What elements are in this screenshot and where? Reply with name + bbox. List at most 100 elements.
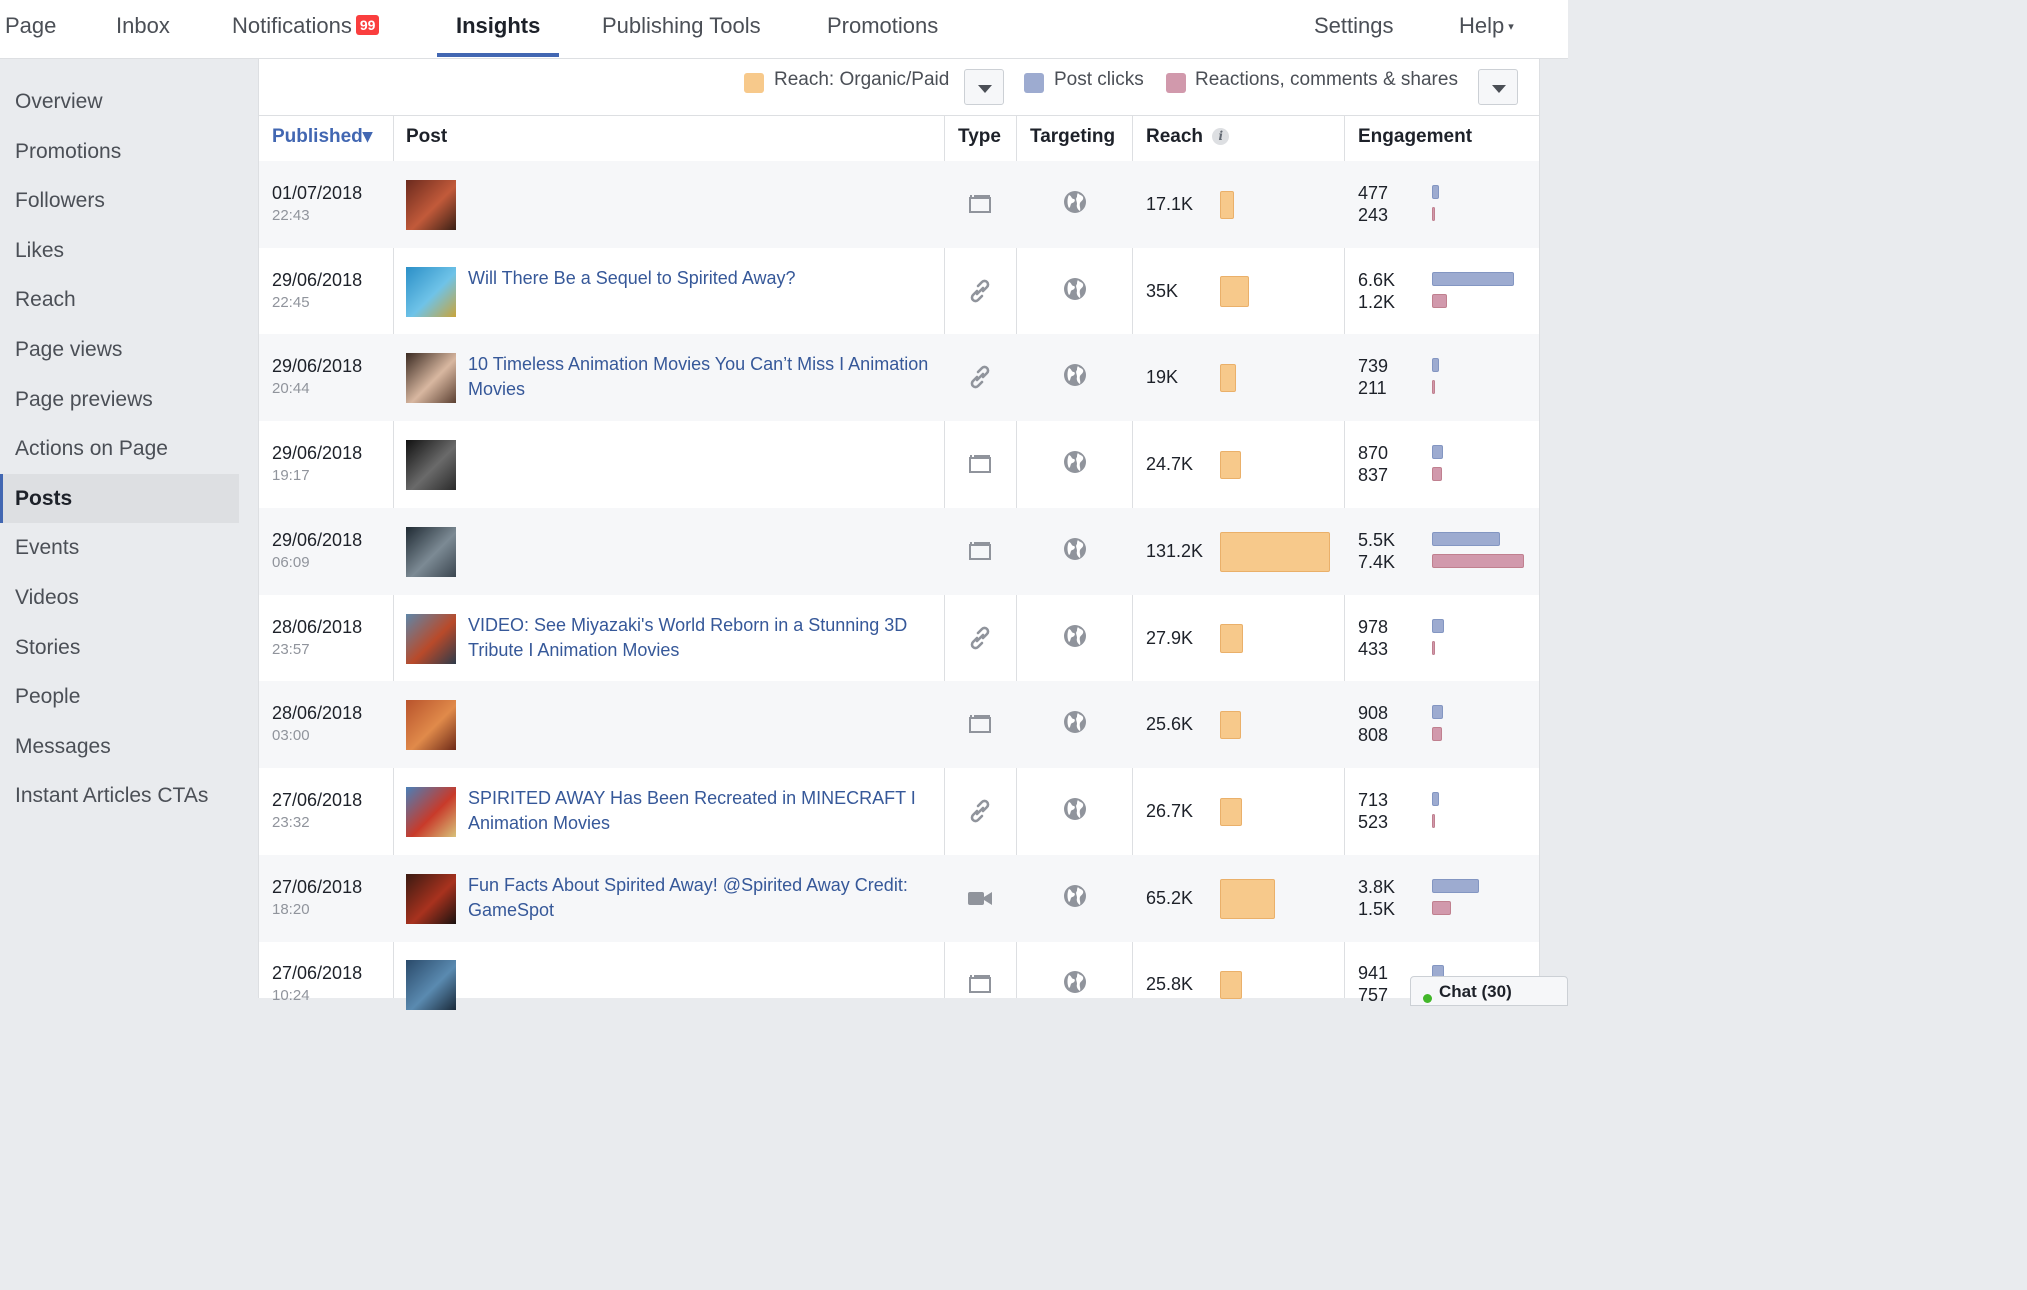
- reactions-bar: [1432, 813, 1435, 828]
- reach-header-label: Reach: [1146, 126, 1204, 147]
- photo-icon: [967, 191, 993, 217]
- table-row[interactable]: 28/06/2018 23:57 VIDEO: See Miyazaki's Wor…: [259, 595, 1539, 682]
- sidebar-item-videos[interactable]: Videos: [0, 573, 239, 622]
- reactions-bar: [1432, 727, 1443, 742]
- reach-value: 25.8K: [1146, 974, 1194, 995]
- post-thumbnail[interactable]: [406, 180, 456, 230]
- post-date: 01/07/2018: [272, 183, 363, 203]
- reach-bar: [1220, 364, 1236, 393]
- notification-count-badge: 99: [355, 15, 380, 35]
- table-row[interactable]: 27/06/2018 23:32 SPIRITED AWAY Has Been Re…: [259, 768, 1539, 855]
- post-thumbnail[interactable]: [406, 440, 456, 491]
- post-thumbnail[interactable]: [406, 353, 456, 404]
- globe-icon: [1063, 363, 1087, 387]
- globe-icon: [1063, 450, 1087, 474]
- post-title-link[interactable]: 10 Timeless Animation Movies You Can’t M…: [468, 352, 933, 402]
- reach-value: 24.7K: [1146, 454, 1194, 475]
- engagement-metric-dropdown[interactable]: [1478, 69, 1518, 105]
- sidebar-item-posts[interactable]: Posts: [0, 473, 239, 523]
- reach-column-header: Reach i: [1146, 115, 1230, 161]
- chat-bar[interactable]: Chat (30): [1410, 976, 1568, 1006]
- sidebar-item-people[interactable]: People: [0, 672, 239, 721]
- post-date: 28/06/2018: [272, 616, 363, 637]
- post-thumbnail[interactable]: [406, 700, 456, 751]
- post-thumbnail[interactable]: [406, 266, 456, 317]
- table-row[interactable]: 29/06/2018 22:45 Will There Be a Sequel to…: [259, 248, 1539, 335]
- reach-legend-label: Reach: Organic/Paid: [774, 69, 950, 90]
- post-clicks-value: 5.5K: [1358, 529, 1396, 550]
- sidebar-item-actions-on-page[interactable]: Actions on Page: [0, 424, 239, 473]
- post-time: 10:24: [272, 987, 310, 1005]
- published-column-header[interactable]: Published▾: [272, 115, 372, 161]
- info-icon[interactable]: i: [1212, 128, 1230, 145]
- sidebar-item-page-views[interactable]: Page views: [0, 325, 239, 374]
- reach-metric-dropdown[interactable]: [964, 69, 1004, 105]
- post-time: 22:45: [272, 293, 310, 311]
- reactions-value: 523: [1358, 811, 1389, 832]
- reach-value: 25.6K: [1146, 714, 1194, 735]
- reactions-value: 808: [1358, 725, 1389, 746]
- post-date: 29/06/2018: [272, 269, 363, 290]
- post-thumbnail[interactable]: [406, 960, 456, 1011]
- post-clicks-bar: [1432, 185, 1439, 199]
- photo-icon: [967, 451, 993, 477]
- table-row[interactable]: 27/06/2018 10:24 25.8K 941 757: [259, 941, 1539, 1028]
- post-clicks-value: 978: [1358, 616, 1389, 637]
- post-time: 20:44: [272, 380, 310, 398]
- globe-icon: [1063, 190, 1087, 214]
- post-clicks-bar: [1432, 791, 1439, 806]
- sidebar-item-stories[interactable]: Stories: [0, 623, 239, 672]
- post-title-link[interactable]: Will There Be a Sequel to Spirited Away?: [468, 266, 933, 291]
- post-date: 29/06/2018: [272, 356, 363, 377]
- table-row[interactable]: 29/06/2018 19:17 24.7K 870 837: [259, 421, 1539, 508]
- sidebar-item-overview[interactable]: Overview: [0, 77, 239, 126]
- tab-promotions[interactable]: Promotions: [827, 0, 938, 56]
- table-header: Published▾ Post Type Targeting Reach i E…: [259, 115, 1539, 162]
- sidebar-item-followers[interactable]: Followers: [0, 176, 239, 225]
- sidebar-item-page-previews[interactable]: Page previews: [0, 375, 239, 424]
- tab-help[interactable]: Help ▾: [1459, 0, 1514, 56]
- post-title-link[interactable]: VIDEO: See Miyazaki's World Reborn in a …: [468, 613, 933, 663]
- tab-help-label: Help: [1459, 13, 1505, 38]
- sidebar-item-promotions[interactable]: Promotions: [0, 127, 239, 176]
- sidebar-item-messages[interactable]: Messages: [0, 722, 239, 771]
- reactions-bar: [1432, 207, 1435, 221]
- post-clicks-value: 870: [1358, 443, 1389, 464]
- table-row[interactable]: 27/06/2018 18:20 Fun Facts About Spirited …: [259, 854, 1539, 942]
- reactions-value: 243: [1358, 205, 1389, 225]
- tab-settings[interactable]: Settings: [1314, 0, 1394, 56]
- photo-icon: [967, 538, 993, 564]
- posts-panel: Reach: Organic/Paid Post clicks Reaction…: [258, 59, 1540, 1011]
- reactions-value: 757: [1358, 985, 1389, 1006]
- tab-notifications[interactable]: Notifications 99: [232, 0, 380, 56]
- tab-inbox[interactable]: Inbox: [116, 0, 170, 56]
- post-date: 29/06/2018: [272, 443, 363, 464]
- sidebar-item-instant-articles-ctas[interactable]: Instant Articles CTAs: [0, 771, 239, 820]
- post-time: 06:09: [272, 553, 310, 571]
- post-clicks-value: 739: [1358, 356, 1389, 377]
- link-icon: [967, 364, 993, 390]
- table-row[interactable]: 01/07/2018 22:43 17.1K 477 243: [259, 161, 1539, 248]
- post-date: 27/06/2018: [272, 963, 363, 984]
- reach-bar: [1220, 624, 1244, 653]
- sidebar-item-events[interactable]: Events: [0, 523, 239, 572]
- sidebar-item-reach[interactable]: Reach: [0, 275, 239, 324]
- table-row[interactable]: 28/06/2018 03:00 25.6K 908 808: [259, 681, 1539, 769]
- sidebar-item-likes[interactable]: Likes: [0, 226, 239, 275]
- post-thumbnail[interactable]: [406, 613, 456, 664]
- type-column-header: Type: [958, 126, 1001, 147]
- table-row[interactable]: 29/06/2018 20:44 10 Timeless Animation Mov…: [259, 334, 1539, 422]
- post-title-link[interactable]: SPIRITED AWAY Has Been Recreated in MINE…: [468, 786, 933, 836]
- globe-icon: [1063, 710, 1087, 734]
- tab-insights[interactable]: Insights: [456, 0, 540, 56]
- reach-value: 131.2K: [1146, 540, 1204, 561]
- post-title-link[interactable]: Fun Facts About Spirited Away! @Spirited…: [468, 873, 933, 923]
- tab-publishing-tools[interactable]: Publishing Tools: [602, 0, 761, 56]
- reach-bar: [1220, 531, 1330, 572]
- tab-page[interactable]: Page: [5, 0, 56, 56]
- post-clicks-value: 477: [1358, 183, 1389, 203]
- post-thumbnail[interactable]: [406, 526, 456, 577]
- post-thumbnail[interactable]: [406, 873, 456, 924]
- table-row[interactable]: 29/06/2018 06:09 131.2K 5.5K 7.4K: [259, 507, 1539, 595]
- post-thumbnail[interactable]: [406, 786, 456, 837]
